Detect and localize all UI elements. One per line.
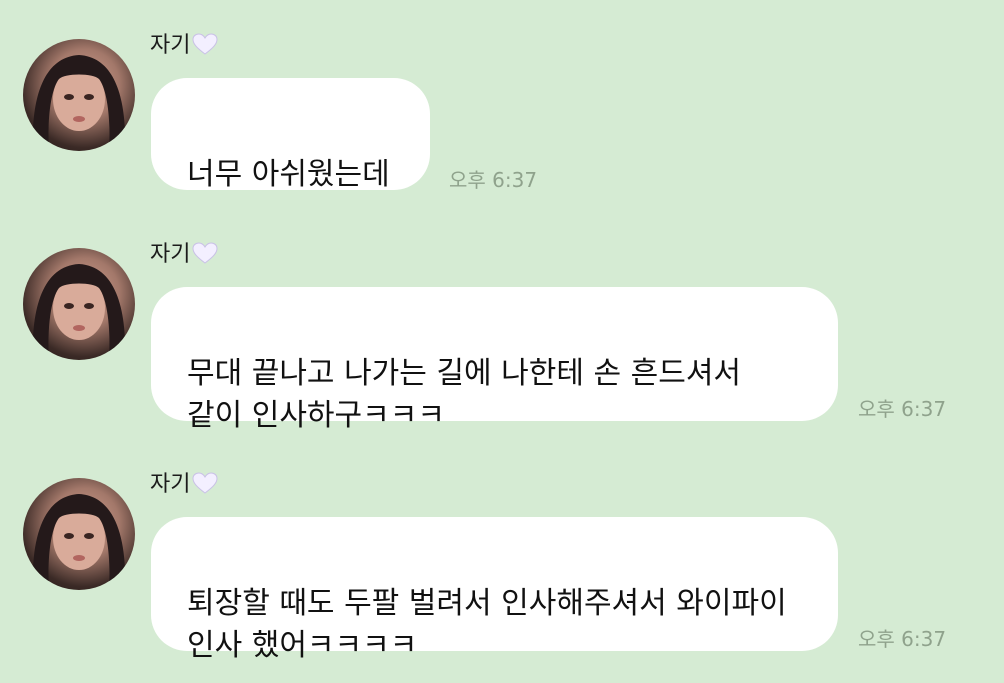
message-bubble[interactable]: 퇴장할 때도 두팔 벌려서 인사해주셔서 와이파이 인사 했어ㅋㅋㅋㅋ	[151, 517, 838, 663]
message-text: 무대 끝나고 나가는 길에 나한테 손 흔드셔서 같이 인사하구ㅋㅋㅋ	[187, 356, 742, 433]
sender-name-text: 자기	[150, 472, 191, 497]
sender-name: 자기	[150, 471, 218, 499]
chat-message: 자기 퇴장할 때도 두팔 벌려서 인사해주셔서 와이파이 인사 했어ㅋㅋㅋㅋ 오…	[0, 472, 1004, 663]
avatar[interactable]	[23, 39, 135, 151]
avatar-photo	[32, 494, 126, 590]
message-bubble[interactable]: 너무 아쉬웠는데	[151, 78, 430, 192]
avatar[interactable]	[23, 478, 135, 590]
avatar-photo	[32, 264, 126, 360]
white-heart-icon	[192, 33, 218, 55]
message-text: 너무 아쉬웠는데	[187, 157, 390, 192]
white-heart-icon	[192, 242, 218, 264]
sender-name-text: 자기	[150, 242, 191, 267]
sender-name: 자기	[150, 241, 218, 269]
sender-name: 자기	[150, 32, 218, 60]
avatar[interactable]	[23, 248, 135, 360]
message-text: 퇴장할 때도 두팔 벌려서 인사해주셔서 와이파이 인사 했어ㅋㅋㅋㅋ	[187, 586, 787, 663]
chat-message: 자기 무대 끝나고 나가는 길에 나한테 손 흔드셔서 같이 인사하구ㅋㅋㅋ 오…	[0, 242, 1004, 433]
message-timestamp: 오후 6:37	[858, 627, 947, 651]
sender-name-text: 자기	[150, 33, 191, 58]
chat-message: 자기 너무 아쉬웠는데 오후 6:37	[0, 33, 1004, 194]
message-bubble[interactable]: 무대 끝나고 나가는 길에 나한테 손 흔드셔서 같이 인사하구ㅋㅋㅋ	[151, 287, 838, 433]
message-timestamp: 오후 6:37	[858, 397, 947, 421]
avatar-photo	[32, 55, 126, 151]
white-heart-icon	[192, 472, 218, 494]
message-timestamp: 오후 6:37	[449, 168, 538, 192]
